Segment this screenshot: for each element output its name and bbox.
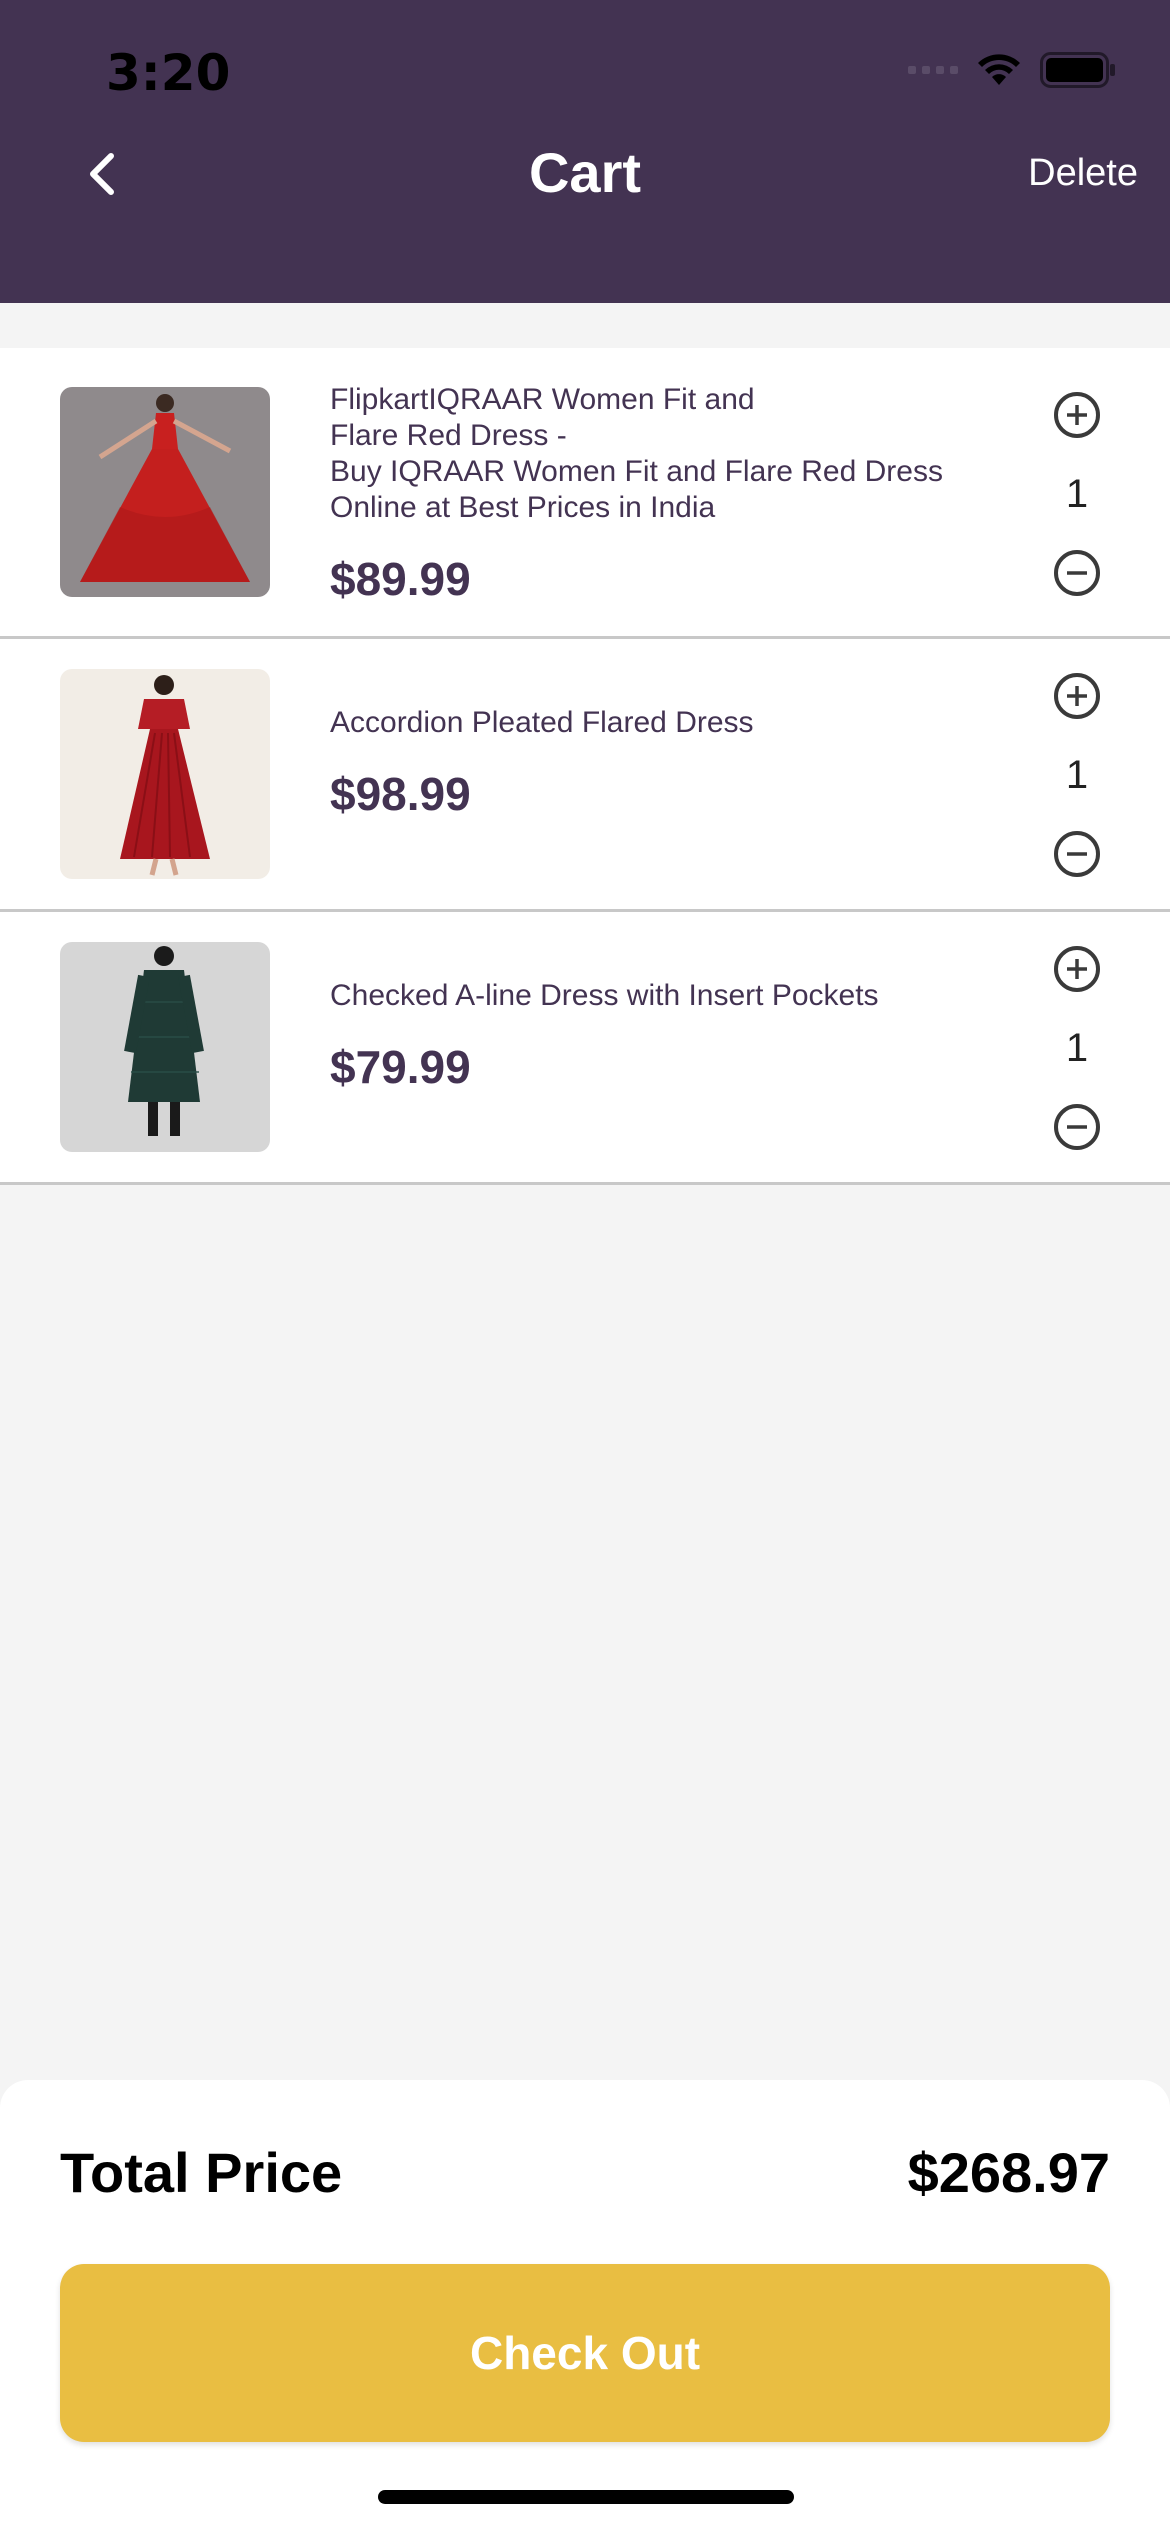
- product-image-red-dress: [60, 387, 270, 597]
- quantity-value: 1: [1065, 753, 1089, 797]
- item-name: Accordion Pleated Flared Dress: [330, 706, 754, 739]
- item-name: FlipkartIQRAAR Women Fit and Flare Red D…: [330, 383, 943, 524]
- quantity-value: 1: [1065, 472, 1089, 516]
- cart-item[interactable]: FlipkartIQRAAR Women Fit and Flare Red D…: [0, 348, 1170, 639]
- minus-circle-icon[interactable]: [1052, 548, 1102, 598]
- item-price: $89.99: [330, 553, 471, 605]
- cart-item[interactable]: Accordion Pleated Flared Dress $98.99 1: [0, 639, 1170, 912]
- app-header: 3:20 Cart Delete: [0, 0, 1170, 303]
- wifi-icon: [978, 54, 1020, 85]
- checkout-button[interactable]: Check Out: [60, 2264, 1110, 2442]
- item-info: Checked A-line Dress with Insert Pockets…: [330, 978, 980, 1094]
- minus-circle-icon[interactable]: [1052, 829, 1102, 879]
- quantity-stepper: 1: [1050, 944, 1104, 1152]
- item-info: Accordion Pleated Flared Dress $98.99: [330, 705, 980, 821]
- quantity-stepper: 1: [1050, 390, 1104, 598]
- delete-button[interactable]: Delete: [1028, 152, 1138, 195]
- cart-item[interactable]: Checked A-line Dress with Insert Pockets…: [0, 912, 1170, 1185]
- item-name: Checked A-line Dress with Insert Pockets: [330, 979, 879, 1012]
- battery-icon: [1040, 52, 1115, 88]
- product-image-pleated-dress: [60, 669, 270, 879]
- cart-item-list: FlipkartIQRAAR Women Fit and Flare Red D…: [0, 348, 1170, 1185]
- total-price-value: $268.97: [907, 2141, 1110, 2204]
- item-info: FlipkartIQRAAR Women Fit and Flare Red D…: [330, 382, 980, 606]
- total-price-label: Total Price: [60, 2141, 343, 2204]
- item-price: $98.99: [330, 768, 471, 820]
- product-image-checked-dress: [60, 942, 270, 1152]
- minus-circle-icon[interactable]: [1052, 1102, 1102, 1152]
- quantity-value: 1: [1065, 1026, 1089, 1070]
- status-time: 3:20: [106, 44, 231, 102]
- item-price: $79.99: [330, 1041, 471, 1093]
- plus-circle-icon[interactable]: [1052, 390, 1102, 440]
- home-indicator[interactable]: [378, 2490, 794, 2504]
- plus-circle-icon[interactable]: [1052, 944, 1102, 994]
- status-icons: [908, 52, 1116, 88]
- checkout-panel: Total Price $268.97 Check Out: [0, 2080, 1170, 2532]
- plus-circle-icon[interactable]: [1052, 671, 1102, 721]
- quantity-stepper: 1: [1050, 671, 1104, 879]
- cellular-signal-icon: [908, 66, 958, 74]
- page-title: Cart: [528, 141, 642, 204]
